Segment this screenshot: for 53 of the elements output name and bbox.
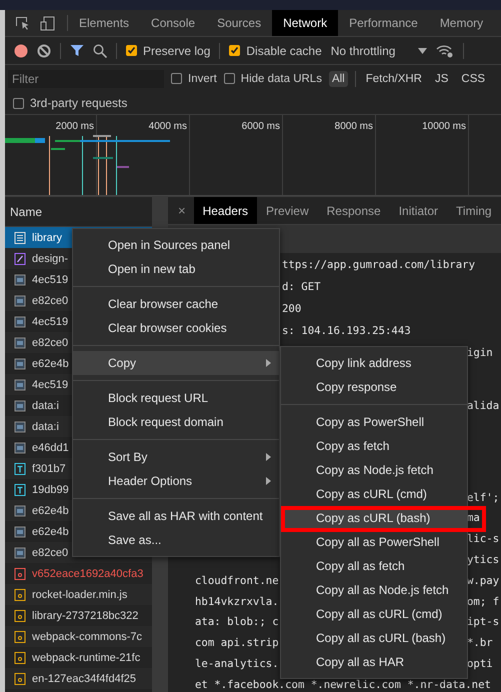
time-tick-label: 8000 ms	[334, 121, 373, 132]
menu-item-label: Copy all as cURL (bash)	[316, 631, 446, 645]
menu-item-label: Clear browser cache	[108, 297, 218, 311]
header-text: 200	[282, 302, 302, 314]
menu-item-label: Copy as Node.js fetch	[316, 463, 434, 477]
header-text: ata: blob:; c	[195, 615, 279, 628]
menu-item-label: Clear browser cookies	[108, 321, 227, 335]
menu-item-label: Copy link address	[316, 356, 412, 370]
header-text: et *.facebook.com *.newrelic.com *.nr-data.net	[195, 678, 491, 691]
header-text: ipt-s	[467, 615, 500, 628]
time-tick-label: 2000 ms	[56, 121, 94, 132]
header-text: cloudfront.ne	[195, 574, 279, 587]
header-text: s: 104.16.193.25:443	[282, 324, 411, 336]
menu-item-label: Copy all as HAR	[316, 655, 404, 669]
header-text: lic-s	[467, 532, 500, 546]
menu-item-label: Copy response	[316, 380, 397, 394]
header-text: om; f	[467, 594, 500, 608]
menu-item-label: Sort By	[108, 450, 148, 464]
menu-item-label: Block request domain	[108, 415, 224, 429]
header-text: opti	[467, 657, 494, 670]
header-text: elf';	[467, 490, 500, 504]
hide-data-urls-label: Hide data URLs	[240, 72, 322, 84]
menu-item-label: Open in Sources panel	[108, 238, 230, 252]
time-tick-label: 6000 ms	[242, 121, 280, 132]
preserve-log-label: Preserve log	[143, 44, 210, 58]
disable-cache-label: Disable cache	[246, 44, 322, 58]
menu-item-label: Copy all as PowerShell	[316, 535, 440, 549]
header-text: alida	[467, 398, 500, 412]
header-text: com api.strip	[195, 636, 279, 650]
menu-item-label: Copy as cURL (cmd)	[316, 487, 427, 501]
menu-item-label: Copy as cURL (bash)	[316, 511, 430, 525]
header-text: *.br	[467, 636, 494, 650]
menu-item-label: Block request URL	[108, 391, 208, 405]
menu-item-label: Header Options	[108, 474, 192, 488]
menu-item-label: Copy all as fetch	[316, 559, 405, 573]
menu-item-label: Copy as fetch	[316, 439, 390, 453]
time-tick-label: 4000 ms	[148, 121, 187, 132]
menu-item-label: Save all as HAR with content	[108, 509, 263, 523]
header-text: d: GET	[282, 280, 321, 292]
time-tick-label: 10000 ms	[422, 121, 466, 132]
menu-item-label: Copy all as cURL (cmd)	[316, 607, 442, 621]
header-text: hb14vkzrxvla.	[195, 594, 279, 608]
header-text: w.pay	[467, 574, 500, 587]
third-party-label: 3rd-party requests	[30, 96, 128, 110]
header-text: le-analytics.	[195, 657, 279, 670]
menu-item-label: Copy as PowerShell	[316, 415, 424, 429]
header-text: ttps://app.gumroad.com/library	[282, 258, 476, 270]
header-text: ytics	[467, 553, 500, 566]
menu-item-label: Open in new tab	[108, 262, 196, 276]
menu-item-label: Copy	[108, 356, 136, 370]
invert-label: Invert	[188, 72, 217, 84]
header-text: igin	[467, 346, 494, 358]
menu-item-label: Copy all as Node.js fetch	[316, 583, 449, 597]
